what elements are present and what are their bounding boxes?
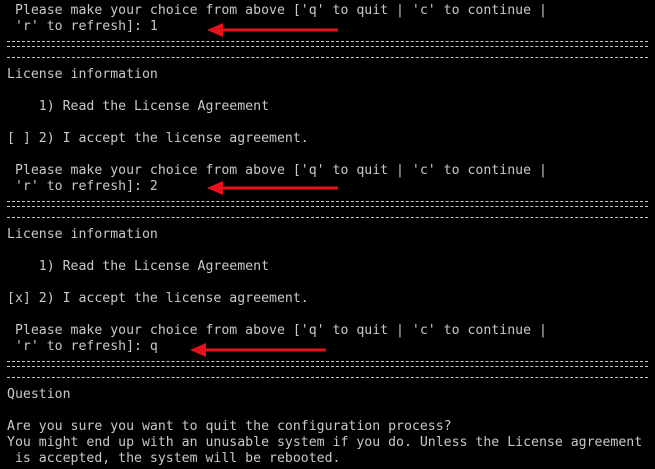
terminal-window[interactable]: Please make your choice from above ['q' …: [0, 0, 655, 469]
prompt-line-2a: Please make your choice from above ['q' …: [7, 163, 547, 178]
separator: [7, 361, 648, 367]
red-arrow-icon: [207, 23, 338, 37]
separator: [7, 57, 648, 59]
question-text: Are you sure you want to quit the config…: [7, 419, 452, 434]
prompt-line-1b: 'r' to refresh]: 1: [7, 19, 158, 34]
red-arrow-icon: [190, 343, 326, 357]
prompt-line-1a: Please make your choice from above ['q' …: [7, 3, 547, 18]
menu-option-read-license: 1) Read the License Agreement: [7, 99, 270, 114]
separator: [7, 217, 648, 219]
warning-text: You might end up with an unusable system…: [7, 435, 643, 450]
prompt-line-3b: 'r' to refresh]: q: [7, 339, 158, 354]
section-title-question: Question: [7, 387, 71, 402]
menu-option-read-license: 1) Read the License Agreement: [7, 259, 270, 274]
separator: [7, 41, 648, 47]
prompt-line-3a: Please make your choice from above ['q' …: [7, 323, 547, 338]
menu-option-accept-unchecked: [ ] 2) I accept the license agreement.: [7, 131, 309, 146]
menu-option-accept-checked: [x] 2) I accept the license agreement.: [7, 291, 309, 306]
separator: [7, 201, 648, 207]
separator: [7, 377, 648, 379]
section-title-license: License information: [7, 67, 158, 82]
prompt-line-2b: 'r' to refresh]: 2: [7, 179, 158, 194]
red-arrow-icon: [207, 181, 338, 195]
section-title-license: License information: [7, 227, 158, 242]
warning-text-continued: is accepted, the system will be rebooted…: [7, 451, 341, 466]
